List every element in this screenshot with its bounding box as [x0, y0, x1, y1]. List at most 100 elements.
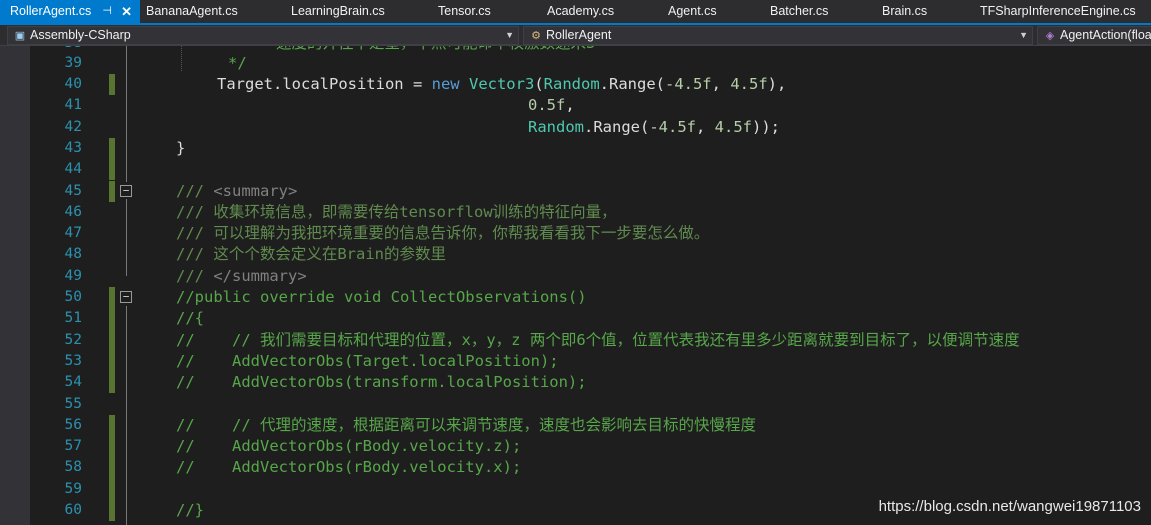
indent-guide — [181, 46, 182, 71]
tab-rolleragent[interactable]: RollerAgent.cs ⊣ ✕ — [0, 0, 140, 23]
class-dropdown[interactable]: ⚙ RollerAgent ▼ — [523, 26, 1033, 45]
tab-tfsharpinferenceengine[interactable]: TFSharpInferenceEngine.cs — [970, 0, 1151, 23]
line-number: 58 — [64, 459, 82, 476]
tab-bananaagent[interactable]: BananaAgent.cs — [136, 0, 266, 23]
line-number: 48 — [64, 246, 82, 263]
tab-label: Tensor.cs — [438, 4, 491, 18]
change-marker — [109, 159, 115, 181]
change-marker — [109, 287, 115, 309]
line-number: 46 — [64, 203, 82, 220]
line-number: 52 — [64, 331, 82, 348]
code-line: 58 // AddVectorObs(rBody.velocity.x); — [30, 457, 1151, 479]
method-icon: ◈ — [1045, 30, 1055, 42]
line-number: 39 — [64, 55, 82, 71]
code-line: 46 /// 收集环境信息，即需要传给tensorflow训练的特征向量， — [30, 202, 1151, 223]
change-marker — [109, 457, 115, 479]
tab-batcher[interactable]: Batcher.cs — [760, 0, 870, 23]
code-line: 48 /// 这个个数会定义在Brain的参数里 — [30, 244, 1151, 265]
code-line: 51 //{ — [30, 308, 1151, 330]
line-number: 59 — [64, 480, 82, 497]
tab-label: Batcher.cs — [770, 4, 829, 18]
code-line: 45 − /// <summary> — [30, 180, 1151, 202]
code-text: */ — [228, 54, 247, 72]
line-number: 40 — [64, 76, 82, 92]
tab-academy[interactable]: Academy.cs — [537, 0, 647, 23]
tab-label: TFSharpInferenceEngine.cs — [980, 4, 1136, 18]
collapse-icon[interactable]: − — [120, 291, 132, 303]
line-number: 54 — [64, 374, 82, 391]
line-number: 55 — [64, 395, 82, 412]
code-line: 49 /// </summary> — [30, 266, 1151, 287]
code-line: 52 // // 我们需要目标和代理的位置，x，y，z 两个即6个值，位置代表我… — [30, 329, 1151, 351]
line-number: 47 — [64, 225, 82, 242]
code-text: //{ — [176, 309, 204, 328]
tab-learningbrain[interactable]: LearningBrain.cs — [281, 0, 411, 23]
change-marker — [109, 372, 115, 394]
change-marker — [109, 350, 115, 373]
project-name: Assembly-CSharp — [30, 28, 131, 42]
change-marker — [109, 414, 115, 437]
code-text: // // 代理的速度，根据距离可以来调节速度，速度也会影响去目标的快慢程度 — [176, 415, 756, 434]
code-editor[interactable]: 38 * 速度的开往不是星，不然可能命中权激数速米3 39 */ 40 Targ… — [0, 46, 1151, 525]
project-dropdown[interactable]: ▣ Assembly-CSharp ▼ — [7, 26, 519, 45]
code-line: 43 } — [30, 137, 1151, 160]
class-name: RollerAgent — [546, 28, 612, 42]
document-tab-strip: RollerAgent.cs ⊣ ✕ BananaAgent.cs Learni… — [0, 0, 1151, 25]
chevron-down-icon: ▼ — [1019, 30, 1028, 40]
line-number: 44 — [64, 161, 82, 178]
pin-icon[interactable]: ⊣ — [102, 0, 112, 23]
tab-label: RollerAgent.cs — [10, 4, 92, 18]
change-marker — [109, 137, 115, 160]
outline-connector — [126, 199, 127, 276]
tab-label: LearningBrain.cs — [291, 4, 385, 18]
change-marker — [109, 308, 115, 330]
tab-label: Brain.cs — [882, 4, 928, 18]
code-line: 59 — [30, 478, 1151, 500]
code-text: 0.5f, — [528, 96, 575, 115]
code-text: /// 收集环境信息，即需要传给tensorflow训练的特征向量， — [176, 202, 617, 221]
code-text: // AddVectorObs(rBody.velocity.x); — [176, 458, 522, 477]
code-text: // // 我们需要目标和代理的位置，x，y，z 两个即6个值，位置代表我还有里… — [176, 330, 1020, 349]
line-number: 57 — [64, 438, 82, 455]
change-marker — [109, 478, 115, 500]
member-name: AgentAction(floa — [1060, 28, 1151, 42]
line-number: 60 — [64, 502, 82, 518]
line-number: 51 — [64, 310, 82, 327]
outline-connector — [126, 306, 127, 525]
tab-label: Agent.cs — [668, 4, 717, 18]
code-line: 39 */ — [30, 53, 1151, 74]
code-line: 44 — [30, 159, 1151, 181]
csharp-project-icon: ▣ — [14, 30, 26, 42]
change-marker — [109, 500, 115, 522]
outline-connector — [126, 46, 127, 182]
watermark-url: https://blog.csdn.net/wangwei19871103 — [878, 498, 1141, 515]
code-text: /// 这个个数会定义在Brain的参数里 — [176, 245, 446, 264]
code-line: 42 Random.Range(-4.5f, 4.5f)); — [30, 117, 1151, 138]
close-icon[interactable]: ✕ — [121, 0, 132, 23]
code-line: 47 /// 可以理解为我把环境重要的信息告诉你，你帮我看看我下一步要怎么做。 — [30, 223, 1151, 244]
change-marker — [109, 329, 115, 351]
tab-tensor[interactable]: Tensor.cs — [428, 0, 528, 23]
indicator-margin — [0, 46, 30, 525]
code-line: 54 // AddVectorObs(transform.localPositi… — [30, 372, 1151, 394]
tab-label: BananaAgent.cs — [146, 4, 238, 18]
change-marker — [109, 436, 115, 458]
navigation-bar: ▣ Assembly-CSharp ▼ ⚙ RollerAgent ▼ ◈ Agent… — [0, 25, 1151, 46]
code-text: } — [176, 138, 186, 157]
code-text: Random.Range(-4.5f, 4.5f)); — [528, 117, 780, 136]
chevron-down-icon: ▼ — [505, 30, 514, 40]
tab-agent[interactable]: Agent.cs — [658, 0, 758, 23]
code-line: 56 // // 代理的速度，根据距离可以来调节速度，速度也会影响去目标的快慢程… — [30, 414, 1151, 437]
code-line: 57 // AddVectorObs(rBody.velocity.z); — [30, 436, 1151, 458]
code-text: // AddVectorObs(rBody.velocity.z); — [176, 437, 522, 456]
code-text: /// 可以理解为我把环境重要的信息告诉你，你帮我看看我下一步要怎么做。 — [176, 224, 710, 243]
collapse-icon[interactable]: − — [120, 184, 132, 197]
member-dropdown[interactable]: ◈ AgentAction(floa — [1037, 26, 1151, 45]
tab-brain[interactable]: Brain.cs — [872, 0, 962, 23]
code-text: // AddVectorObs(transform.localPosition)… — [176, 373, 587, 392]
tab-label: Academy.cs — [547, 4, 615, 18]
line-number: 50 — [64, 289, 82, 305]
change-marker — [109, 74, 115, 96]
change-marker — [109, 180, 115, 202]
line-number: 49 — [64, 267, 82, 284]
